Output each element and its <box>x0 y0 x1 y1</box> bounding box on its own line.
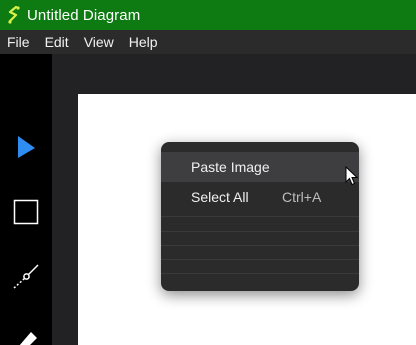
rectangle-tool-button[interactable] <box>0 197 52 227</box>
connector-icon <box>13 264 39 289</box>
tool-palette <box>0 54 52 345</box>
app-logo-icon <box>8 6 20 24</box>
menu-bar: File Edit View Help <box>0 30 416 54</box>
title-bar: Untitled Diagram <box>0 0 416 30</box>
connector-tool-button[interactable] <box>0 259 52 293</box>
menu-separator <box>161 231 359 232</box>
paste-image-label: Paste Image <box>191 159 270 175</box>
menu-file[interactable]: File <box>0 34 38 50</box>
paste-image-menu-item[interactable]: Paste Image <box>161 152 359 182</box>
mouse-cursor-icon <box>345 166 359 186</box>
select-all-shortcut: Ctrl+A <box>282 189 322 205</box>
menu-edit[interactable]: Edit <box>38 34 77 50</box>
context-menu: Paste Image Select All Ctrl+A <box>161 142 359 291</box>
menu-separator <box>161 216 359 217</box>
menu-separator <box>161 259 359 260</box>
eraser-icon <box>19 332 37 345</box>
pointer-icon <box>18 136 35 158</box>
menu-separator <box>161 273 359 274</box>
window-title: Untitled Diagram <box>27 6 141 24</box>
eraser-tool-button[interactable] <box>0 326 52 345</box>
select-all-menu-item[interactable]: Select All Ctrl+A <box>161 182 359 212</box>
select-all-label: Select All <box>191 189 249 205</box>
pointer-tool-button[interactable] <box>0 132 52 162</box>
rectangle-icon <box>13 199 39 225</box>
menu-view[interactable]: View <box>77 34 122 50</box>
menu-help[interactable]: Help <box>122 34 166 50</box>
menu-separator <box>161 245 359 246</box>
